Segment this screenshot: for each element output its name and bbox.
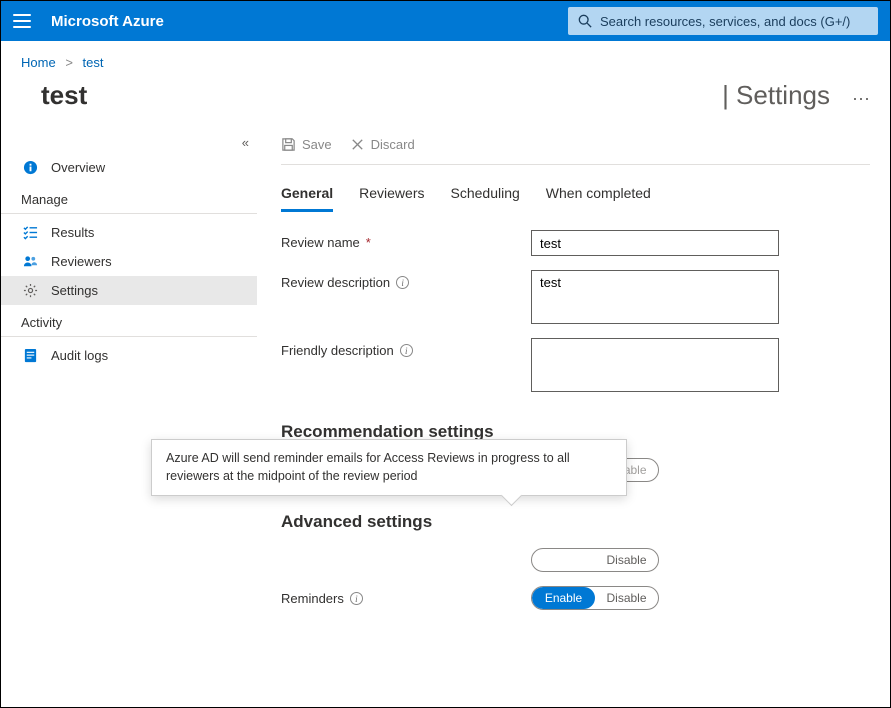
discard-label: Discard bbox=[371, 137, 415, 152]
tab-when-completed[interactable]: When completed bbox=[546, 185, 651, 212]
top-bar: Microsoft Azure Search resources, servic… bbox=[1, 1, 890, 41]
search-placeholder: Search resources, services, and docs (G+… bbox=[600, 14, 850, 29]
sidebar-item-reviewers[interactable]: Reviewers bbox=[1, 247, 257, 276]
toggle-disable[interactable]: Disable bbox=[595, 549, 658, 571]
friendly-description-input[interactable] bbox=[531, 338, 779, 392]
toggle-enable[interactable]: Enable bbox=[532, 587, 595, 609]
info-icon[interactable]: i bbox=[350, 592, 363, 605]
breadcrumb-home[interactable]: Home bbox=[21, 55, 56, 70]
toggle-disable[interactable]: Disable bbox=[595, 587, 658, 609]
sidebar-item-results[interactable]: Results bbox=[1, 218, 257, 247]
settings-form: Review name * Review description i test … bbox=[281, 212, 870, 610]
product-name: Microsoft Azure bbox=[51, 13, 164, 30]
checklist-icon bbox=[21, 225, 39, 240]
page-title: test | Settings ··· bbox=[1, 74, 890, 127]
log-icon bbox=[21, 348, 39, 363]
save-button[interactable]: Save bbox=[281, 137, 332, 152]
info-icon[interactable]: i bbox=[400, 344, 413, 357]
sidebar-item-overview[interactable]: Overview bbox=[1, 153, 257, 182]
main-content: Save Discard General Reviewers Schedulin… bbox=[261, 127, 890, 705]
review-description-input[interactable]: test bbox=[531, 270, 779, 324]
sidebar-item-settings[interactable]: Settings bbox=[1, 276, 257, 305]
toolbar: Save Discard bbox=[281, 127, 870, 165]
reminders-label: Reminders i bbox=[281, 586, 531, 606]
sidebar-heading-activity: Activity bbox=[1, 305, 257, 337]
hidden-toggle[interactable]: Disable bbox=[531, 548, 659, 572]
page-title-main: test bbox=[21, 80, 716, 111]
friendly-description-label: Friendly description i bbox=[281, 338, 531, 358]
sidebar: « Overview Manage Results Reviewers Sett bbox=[1, 127, 261, 705]
discard-button[interactable]: Discard bbox=[350, 137, 415, 152]
tab-general[interactable]: General bbox=[281, 185, 333, 212]
menu-toggle-icon[interactable] bbox=[13, 14, 31, 28]
tab-scheduling[interactable]: Scheduling bbox=[451, 185, 520, 212]
review-name-input[interactable] bbox=[531, 230, 779, 256]
info-icon bbox=[21, 160, 39, 175]
save-icon bbox=[281, 137, 296, 152]
sidebar-label: Overview bbox=[51, 160, 105, 175]
sidebar-label: Reviewers bbox=[51, 254, 112, 269]
info-icon[interactable]: i bbox=[396, 276, 409, 289]
sidebar-label: Results bbox=[51, 225, 94, 240]
breadcrumb-current[interactable]: test bbox=[83, 55, 104, 70]
collapse-sidebar-icon[interactable]: « bbox=[242, 135, 249, 150]
more-actions-icon[interactable]: ··· bbox=[852, 88, 870, 109]
review-description-label: Review description i bbox=[281, 270, 531, 290]
tabs: General Reviewers Scheduling When comple… bbox=[281, 165, 870, 212]
section-advanced-settings: Advanced settings bbox=[281, 512, 870, 532]
sidebar-heading-manage: Manage bbox=[1, 182, 257, 214]
search-icon bbox=[578, 14, 592, 28]
reminders-tooltip: Azure AD will send reminder emails for A… bbox=[151, 439, 627, 496]
page-title-sub: | Settings bbox=[722, 80, 830, 111]
review-name-label: Review name * bbox=[281, 230, 531, 250]
required-indicator: * bbox=[366, 235, 371, 250]
breadcrumb-separator: > bbox=[65, 55, 73, 70]
sidebar-label: Settings bbox=[51, 283, 98, 298]
people-icon bbox=[21, 254, 39, 269]
breadcrumb: Home > test bbox=[1, 41, 890, 74]
sidebar-label: Audit logs bbox=[51, 348, 108, 363]
close-icon bbox=[350, 137, 365, 152]
global-search[interactable]: Search resources, services, and docs (G+… bbox=[568, 7, 878, 35]
reminders-toggle[interactable]: Enable Disable bbox=[531, 586, 659, 610]
tab-reviewers[interactable]: Reviewers bbox=[359, 185, 424, 212]
sidebar-item-audit-logs[interactable]: Audit logs bbox=[1, 341, 257, 370]
save-label: Save bbox=[302, 137, 332, 152]
gear-icon bbox=[21, 283, 39, 298]
